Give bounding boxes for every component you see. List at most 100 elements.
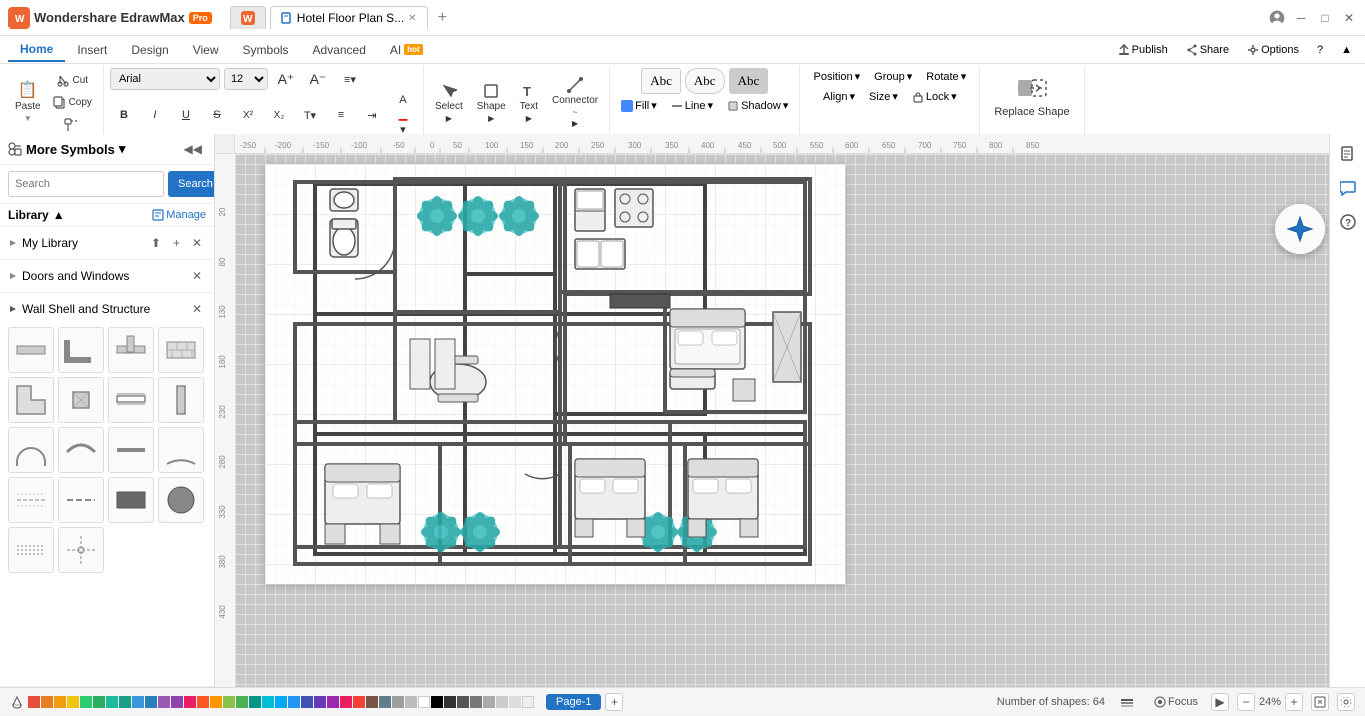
font-name-select[interactable]: Arial — [110, 68, 220, 90]
color-swatch[interactable] — [470, 696, 482, 708]
wall-shape[interactable] — [8, 327, 54, 373]
cut-btn[interactable]: Cut — [48, 71, 97, 91]
color-swatch[interactable] — [67, 696, 79, 708]
color-swatch[interactable] — [483, 696, 495, 708]
fill-btn[interactable]: Fill▾ — [616, 97, 662, 114]
shape-tool-btn[interactable]: Shape ▶ — [472, 80, 511, 126]
color-swatch[interactable] — [431, 696, 443, 708]
manage-btn[interactable]: Manage — [152, 209, 206, 221]
options-btn[interactable]: Options — [1242, 42, 1304, 58]
close-doors-btn[interactable]: ✕ — [188, 267, 206, 285]
arch-shape[interactable] — [8, 427, 54, 473]
color-swatch[interactable] — [353, 696, 365, 708]
tab-ai[interactable]: AI hot — [378, 39, 435, 61]
document-tab[interactable]: Hotel Floor Plan S... ✕ — [270, 6, 428, 29]
strikethrough-btn[interactable]: S — [203, 108, 231, 122]
color-swatch[interactable] — [392, 696, 404, 708]
color-swatch[interactable] — [262, 696, 274, 708]
font-color-btn[interactable]: A▁▾ — [389, 93, 417, 137]
zoom-out-btn[interactable]: − — [1237, 693, 1255, 711]
tab-symbols[interactable]: Symbols — [231, 39, 301, 61]
page-icon[interactable] — [1334, 140, 1362, 168]
underline-btn[interactable]: U — [172, 108, 200, 122]
tab-advanced[interactable]: Advanced — [301, 39, 378, 61]
italic-btn[interactable]: I — [141, 108, 169, 122]
close-btn[interactable]: ✕ — [1341, 10, 1357, 26]
beam-shape[interactable] — [108, 377, 154, 423]
select-tool-btn[interactable]: Select ▶ — [430, 80, 468, 126]
bold-btn[interactable]: B — [110, 108, 138, 122]
color-swatch[interactable] — [444, 696, 456, 708]
color-swatch[interactable] — [223, 696, 235, 708]
share-btn[interactable]: Share — [1181, 42, 1234, 58]
comment-right-btn[interactable] — [1334, 174, 1362, 202]
minimize-btn[interactable]: ─ — [1293, 10, 1309, 26]
help-right-btn[interactable]: ? — [1334, 208, 1362, 236]
wall-thin-shape[interactable] — [108, 427, 154, 473]
color-swatch[interactable] — [379, 696, 391, 708]
color-swatch[interactable] — [54, 696, 66, 708]
close-lib-btn[interactable]: ✕ — [188, 234, 206, 252]
subscript-btn[interactable]: X₂ — [265, 109, 293, 122]
user-avatar[interactable] — [1269, 10, 1285, 26]
corner-shape[interactable] — [58, 327, 104, 373]
font-size-select[interactable]: 12 — [224, 68, 268, 90]
paste-btn[interactable]: 📋 Paste ▼ — [10, 80, 46, 126]
color-swatch[interactable] — [301, 696, 313, 708]
text-tool-btn[interactable]: T Text ▶ — [515, 80, 543, 126]
grid-line-shape[interactable] — [8, 477, 54, 523]
tab-close-btn[interactable]: ✕ — [408, 13, 416, 24]
color-swatch[interactable] — [80, 696, 92, 708]
decrease-font-btn[interactable]: A⁻ — [304, 70, 332, 89]
color-swatch[interactable] — [496, 696, 508, 708]
maximize-btn[interactable]: □ — [1317, 10, 1333, 26]
t-junction-shape[interactable] — [108, 327, 154, 373]
settings-status-btn[interactable] — [1337, 693, 1355, 711]
search-input[interactable] — [8, 171, 164, 197]
close-walls-btn[interactable]: ✕ — [188, 300, 206, 318]
tab-view[interactable]: View — [181, 39, 231, 61]
color-swatch[interactable] — [41, 696, 53, 708]
rotate-btn[interactable]: Rotate▾ — [921, 68, 971, 85]
color-swatch[interactable] — [184, 696, 196, 708]
focus-btn[interactable]: Focus — [1149, 694, 1203, 710]
connector-tool-btn[interactable]: Connector ~ ▶ — [547, 74, 603, 131]
color-swatch[interactable] — [522, 696, 534, 708]
layers-btn[interactable] — [1113, 688, 1141, 716]
align-btn[interactable]: ≡▾ — [336, 72, 364, 87]
shadow-btn[interactable]: Shadow▾ — [722, 97, 793, 114]
color-swatch[interactable] — [93, 696, 105, 708]
color-swatch[interactable] — [145, 696, 157, 708]
tab-design[interactable]: Design — [119, 39, 180, 61]
color-swatch[interactable] — [314, 696, 326, 708]
style2-btn[interactable]: Abc — [685, 68, 725, 94]
align-arrange-btn[interactable]: Align▾ — [818, 88, 860, 105]
color-swatch[interactable] — [509, 696, 521, 708]
crosshair-shape[interactable] — [58, 527, 104, 573]
fill-circle-shape[interactable] — [158, 477, 204, 523]
fill-rect-shape[interactable] — [108, 477, 154, 523]
brick-wall-shape[interactable] — [158, 327, 204, 373]
home-tab-icon[interactable]: W — [230, 6, 266, 29]
style3-btn[interactable]: Abc — [729, 68, 769, 94]
color-swatch[interactable] — [119, 696, 131, 708]
search-button[interactable]: Search — [168, 171, 215, 197]
collapse-ribbon-btn[interactable]: ▲ — [1336, 42, 1357, 58]
color-swatch[interactable] — [327, 696, 339, 708]
help-ribbon-btn[interactable]: ? — [1312, 42, 1328, 58]
color-swatch[interactable] — [210, 696, 222, 708]
format-painter-btn[interactable] — [48, 115, 97, 135]
new-tab-btn[interactable]: + — [432, 9, 453, 27]
increase-font-btn[interactable]: A⁺ — [272, 70, 300, 89]
color-swatch[interactable] — [28, 696, 40, 708]
color-strip[interactable] — [28, 694, 534, 710]
group-btn[interactable]: Group▾ — [869, 68, 917, 85]
curved-wall-shape[interactable] — [58, 427, 104, 473]
import-lib-btn[interactable]: ⬆ — [147, 234, 165, 252]
page-1-tab[interactable]: Page-1 — [546, 694, 601, 710]
sidebar-collapse-btn[interactable]: ◀◀ — [180, 140, 206, 158]
indent-btn[interactable]: ⇥ — [358, 108, 386, 123]
pillar-rect-shape[interactable] — [58, 377, 104, 423]
l-room-shape[interactable] — [8, 377, 54, 423]
color-swatch[interactable] — [288, 696, 300, 708]
